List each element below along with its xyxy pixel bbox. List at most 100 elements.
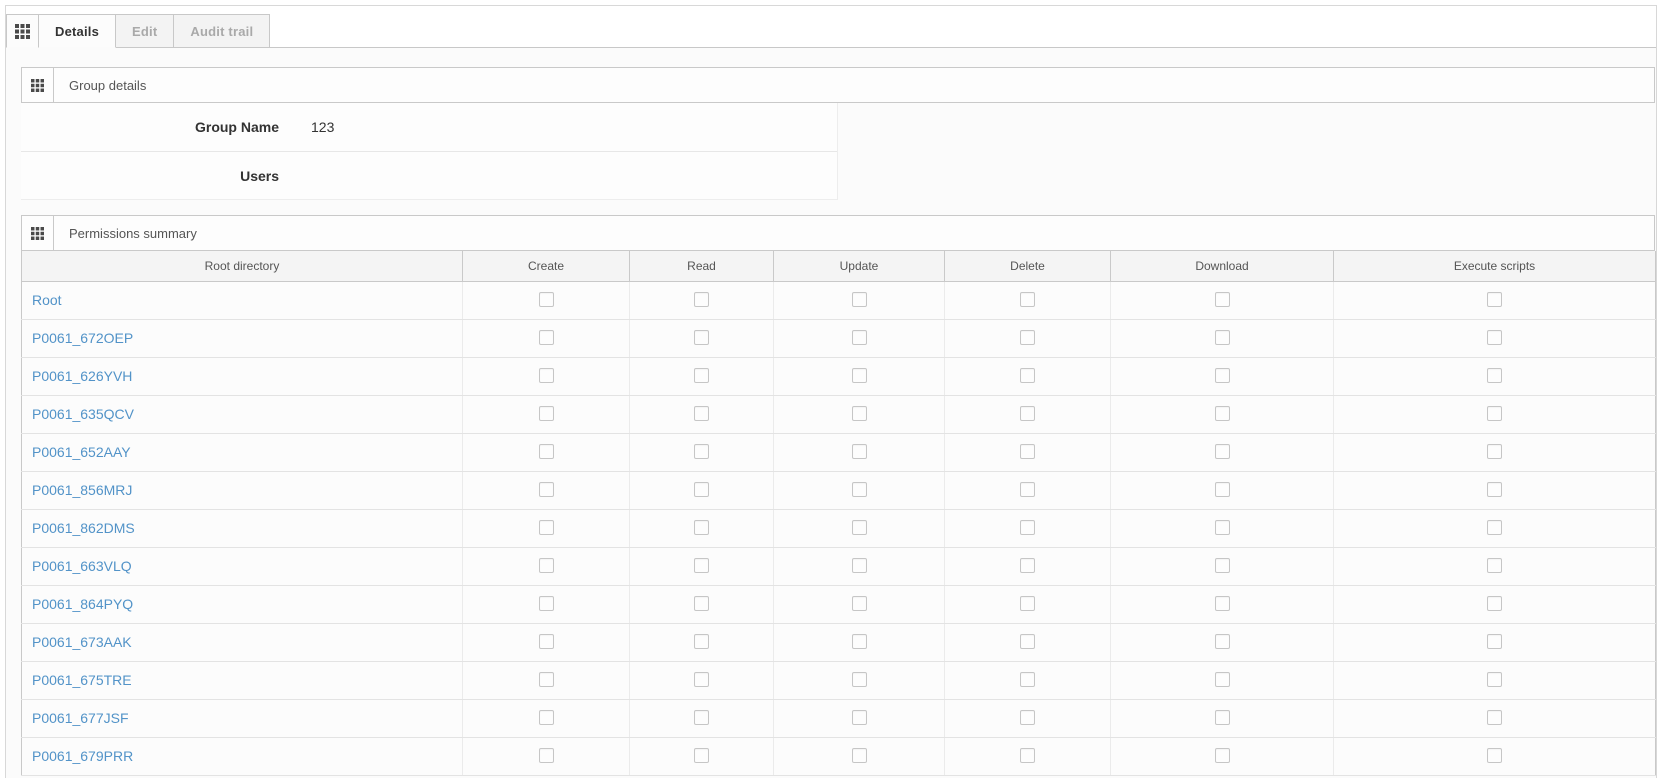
permission-checkbox-download-p0061-679prr[interactable] [1215, 748, 1230, 763]
permission-checkbox-download-root[interactable] [1215, 292, 1230, 307]
directory-link-p0061-864pyq[interactable]: P0061_864PYQ [32, 596, 133, 612]
permission-checkbox-create-p0061-673aak[interactable] [539, 634, 554, 649]
permission-checkbox-update-p0061-864pyq[interactable] [852, 596, 867, 611]
permission-checkbox-create-p0061-862dms[interactable] [539, 520, 554, 535]
permission-checkbox-execute-scripts-p0061-626yvh[interactable] [1487, 368, 1502, 383]
permission-checkbox-download-p0061-675tre[interactable] [1215, 672, 1230, 687]
permission-checkbox-create-p0061-679prr[interactable] [539, 748, 554, 763]
permission-checkbox-delete-p0061-864pyq[interactable] [1020, 596, 1035, 611]
grid-menu-button[interactable] [6, 14, 39, 48]
permission-checkbox-update-p0061-677jsf[interactable] [852, 710, 867, 725]
permission-checkbox-update-root[interactable] [852, 292, 867, 307]
permission-checkbox-read-p0061-862dms[interactable] [694, 520, 709, 535]
tab-details[interactable]: Details [39, 14, 116, 48]
tab-audit-trail[interactable]: Audit trail [174, 14, 270, 47]
permission-checkbox-download-p0061-862dms[interactable] [1215, 520, 1230, 535]
checkbox-cell [1111, 737, 1334, 775]
permission-checkbox-execute-scripts-root[interactable] [1487, 292, 1502, 307]
permission-checkbox-read-p0061-679prr[interactable] [694, 748, 709, 763]
permission-checkbox-delete-p0061-856mrj[interactable] [1020, 482, 1035, 497]
permission-checkbox-download-p0061-864pyq[interactable] [1215, 596, 1230, 611]
tab-edit[interactable]: Edit [116, 14, 174, 47]
permission-checkbox-execute-scripts-p0061-862dms[interactable] [1487, 520, 1502, 535]
permission-checkbox-update-p0061-679prr[interactable] [852, 748, 867, 763]
permission-checkbox-read-root[interactable] [694, 292, 709, 307]
permission-checkbox-delete-p0061-862dms[interactable] [1020, 520, 1035, 535]
content-area: Group details Group Name 123 Users [6, 48, 1656, 778]
permission-checkbox-create-p0061-675tre[interactable] [539, 672, 554, 687]
permission-checkbox-update-p0061-626yvh[interactable] [852, 368, 867, 383]
permission-checkbox-update-p0061-673aak[interactable] [852, 634, 867, 649]
permission-checkbox-delete-p0061-672oep[interactable] [1020, 330, 1035, 345]
permission-checkbox-execute-scripts-p0061-677jsf[interactable] [1487, 710, 1502, 725]
permission-checkbox-read-p0061-675tre[interactable] [694, 672, 709, 687]
permission-checkbox-read-p0061-672oep[interactable] [694, 330, 709, 345]
permission-checkbox-create-p0061-626yvh[interactable] [539, 368, 554, 383]
permission-checkbox-delete-p0061-652aay[interactable] [1020, 444, 1035, 459]
directory-link-p0061-679prr[interactable]: P0061_679PRR [32, 748, 133, 764]
directory-link-root[interactable]: Root [32, 292, 62, 308]
directory-link-p0061-675tre[interactable]: P0061_675TRE [32, 672, 132, 688]
permission-checkbox-update-p0061-663vlq[interactable] [852, 558, 867, 573]
permission-checkbox-delete-p0061-663vlq[interactable] [1020, 558, 1035, 573]
permission-checkbox-create-root[interactable] [539, 292, 554, 307]
permission-checkbox-create-p0061-663vlq[interactable] [539, 558, 554, 573]
directory-link-p0061-677jsf[interactable]: P0061_677JSF [32, 710, 129, 726]
directory-link-p0061-635qcv[interactable]: P0061_635QCV [32, 406, 134, 422]
permission-checkbox-execute-scripts-p0061-679prr[interactable] [1487, 748, 1502, 763]
permission-checkbox-read-p0061-652aay[interactable] [694, 444, 709, 459]
permission-checkbox-execute-scripts-p0061-673aak[interactable] [1487, 634, 1502, 649]
permission-checkbox-read-p0061-626yvh[interactable] [694, 368, 709, 383]
permission-checkbox-download-p0061-677jsf[interactable] [1215, 710, 1230, 725]
permission-checkbox-execute-scripts-p0061-652aay[interactable] [1487, 444, 1502, 459]
permission-checkbox-update-p0061-675tre[interactable] [852, 672, 867, 687]
permission-checkbox-delete-p0061-635qcv[interactable] [1020, 406, 1035, 421]
permission-checkbox-read-p0061-864pyq[interactable] [694, 596, 709, 611]
directory-link-p0061-672oep[interactable]: P0061_672OEP [32, 330, 133, 346]
permission-checkbox-read-p0061-856mrj[interactable] [694, 482, 709, 497]
permission-checkbox-download-p0061-652aay[interactable] [1215, 444, 1230, 459]
permission-checkbox-delete-p0061-679prr[interactable] [1020, 748, 1035, 763]
permission-checkbox-delete-p0061-675tre[interactable] [1020, 672, 1035, 687]
permission-checkbox-delete-p0061-673aak[interactable] [1020, 634, 1035, 649]
permission-checkbox-download-p0061-856mrj[interactable] [1215, 482, 1230, 497]
permission-checkbox-delete-p0061-626yvh[interactable] [1020, 368, 1035, 383]
permission-checkbox-read-p0061-677jsf[interactable] [694, 710, 709, 725]
permission-checkbox-delete-root[interactable] [1020, 292, 1035, 307]
directory-link-p0061-673aak[interactable]: P0061_673AAK [32, 634, 132, 650]
permission-checkbox-download-p0061-663vlq[interactable] [1215, 558, 1230, 573]
directory-link-p0061-862dms[interactable]: P0061_862DMS [32, 520, 135, 536]
permission-checkbox-download-p0061-626yvh[interactable] [1215, 368, 1230, 383]
checkbox-cell [1111, 471, 1334, 509]
permission-checkbox-update-p0061-856mrj[interactable] [852, 482, 867, 497]
permission-checkbox-update-p0061-862dms[interactable] [852, 520, 867, 535]
directory-link-p0061-652aay[interactable]: P0061_652AAY [32, 444, 131, 460]
permission-checkbox-create-p0061-672oep[interactable] [539, 330, 554, 345]
permission-checkbox-download-p0061-673aak[interactable] [1215, 634, 1230, 649]
permissions-summary-grid-button[interactable] [22, 216, 54, 250]
permission-checkbox-read-p0061-673aak[interactable] [694, 634, 709, 649]
permission-checkbox-execute-scripts-p0061-856mrj[interactable] [1487, 482, 1502, 497]
permission-checkbox-update-p0061-635qcv[interactable] [852, 406, 867, 421]
permission-checkbox-create-p0061-652aay[interactable] [539, 444, 554, 459]
permission-checkbox-update-p0061-652aay[interactable] [852, 444, 867, 459]
permission-checkbox-delete-p0061-677jsf[interactable] [1020, 710, 1035, 725]
permission-checkbox-create-p0061-864pyq[interactable] [539, 596, 554, 611]
permission-checkbox-read-p0061-663vlq[interactable] [694, 558, 709, 573]
permission-checkbox-execute-scripts-p0061-672oep[interactable] [1487, 330, 1502, 345]
permission-checkbox-download-p0061-635qcv[interactable] [1215, 406, 1230, 421]
permission-checkbox-execute-scripts-p0061-635qcv[interactable] [1487, 406, 1502, 421]
directory-link-p0061-663vlq[interactable]: P0061_663VLQ [32, 558, 132, 574]
permission-checkbox-read-p0061-635qcv[interactable] [694, 406, 709, 421]
permission-checkbox-execute-scripts-p0061-864pyq[interactable] [1487, 596, 1502, 611]
permission-checkbox-execute-scripts-p0061-663vlq[interactable] [1487, 558, 1502, 573]
permission-checkbox-update-p0061-672oep[interactable] [852, 330, 867, 345]
permission-checkbox-execute-scripts-p0061-675tre[interactable] [1487, 672, 1502, 687]
permission-checkbox-create-p0061-635qcv[interactable] [539, 406, 554, 421]
directory-link-p0061-626yvh[interactable]: P0061_626YVH [32, 368, 132, 384]
permission-checkbox-create-p0061-677jsf[interactable] [539, 710, 554, 725]
group-details-grid-button[interactable] [22, 68, 54, 102]
permission-checkbox-create-p0061-856mrj[interactable] [539, 482, 554, 497]
permission-checkbox-download-p0061-672oep[interactable] [1215, 330, 1230, 345]
directory-link-p0061-856mrj[interactable]: P0061_856MRJ [32, 482, 132, 498]
